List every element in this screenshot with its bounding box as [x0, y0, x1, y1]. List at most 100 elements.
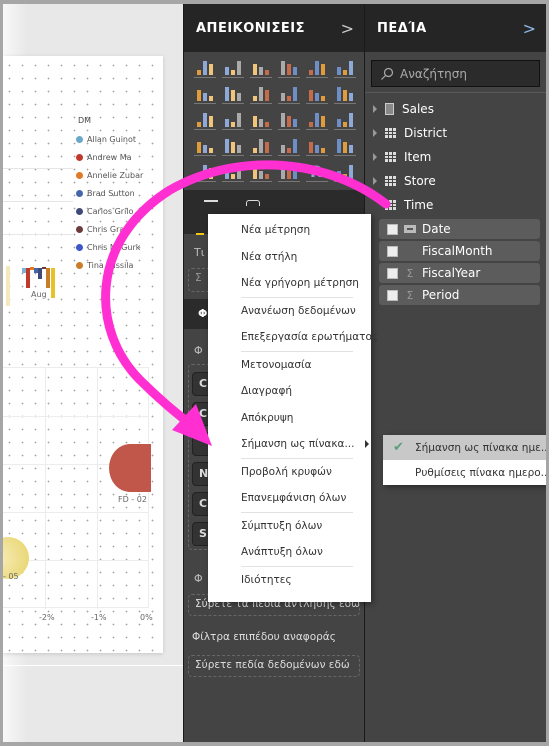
field-fiscalmonth[interactable]: FiscalMonth [379, 241, 540, 261]
stacked-bar-icon[interactable] [194, 58, 216, 78]
filters-label: Φ [194, 344, 203, 357]
submenu-arrow-icon [365, 440, 369, 448]
report-filters-well[interactable]: Σύρετε πεδία δεδομένων εδώ [188, 655, 360, 677]
globe-icon[interactable] [334, 162, 356, 182]
collapse-chevron-icon[interactable]: > [341, 19, 354, 38]
stacked-area-icon[interactable] [250, 84, 272, 104]
filters-header-label: Φ [198, 307, 208, 320]
menu-item[interactable]: Νέα γρήγορη μέτρηση [208, 270, 371, 297]
line-stacked-column-icon[interactable] [306, 84, 328, 104]
clustered-bar-icon[interactable] [250, 58, 272, 78]
menu-item-label: Ιδιότητες [241, 573, 292, 586]
menu-item[interactable]: Ανάπτυξη όλων [208, 539, 371, 566]
r-visual-icon[interactable]: R [306, 162, 328, 182]
menu-item[interactable]: Νέα μέτρηση [208, 217, 371, 244]
mark-as-table-submenu: ✔ Σήμανση ως πίνακα ημε... Ρυθμίσεις πίν… [383, 435, 546, 485]
menu-item-label: Επεξεργασία ερωτήματος [241, 331, 379, 344]
funnel-icon[interactable] [250, 136, 272, 156]
donut-chart-icon[interactable] [278, 110, 300, 130]
canvas-divider [3, 665, 183, 666]
search-icon [381, 67, 394, 80]
fields-search-input[interactable]: Αναζήτηση [371, 60, 540, 87]
fields-tab-icon[interactable] [204, 200, 218, 202]
menu-item[interactable]: Νέα στήλη [208, 244, 371, 271]
report-page[interactable]: Aug DM Allan Guinot Andrew Ma Annelie Zuba… [3, 56, 163, 653]
menu-item[interactable]: Απόκρυψη [208, 405, 371, 432]
submenu-date-table-settings[interactable]: Ρυθμίσεις πίνακα ημερο... [383, 460, 546, 485]
field-checkbox[interactable] [387, 267, 398, 279]
map-icon[interactable] [334, 110, 356, 130]
expand-caret-icon[interactable] [373, 129, 377, 137]
filled-map-icon[interactable] [194, 136, 216, 156]
menu-item[interactable]: Σήμανση ως πίνακα... [208, 431, 371, 458]
field-fiscalyear[interactable]: Σ FiscalYear [379, 263, 540, 283]
submenu-mark-as-date-table[interactable]: ✔ Σήμανση ως πίνακα ημε... [383, 435, 546, 460]
menu-item[interactable]: Μετονομασία [208, 352, 371, 379]
clustered-column-icon[interactable] [278, 58, 300, 78]
kpi-icon[interactable] [194, 162, 216, 182]
pie-chart-icon[interactable] [250, 110, 272, 130]
report-filters-label: Φίλτρα επιπέδου αναφοράς [192, 631, 336, 643]
field-checkbox[interactable] [387, 245, 398, 257]
menu-item[interactable]: Ιδιότητες [208, 567, 371, 594]
x-tick: 0% [140, 613, 153, 622]
menu-item-label: Νέα στήλη [241, 250, 298, 263]
line-chart-icon[interactable] [194, 84, 216, 104]
table-node-store[interactable]: Store [365, 169, 546, 193]
100-stacked-column-icon[interactable] [334, 58, 356, 78]
scatter-chart[interactable]: FD - 02 - 05 -2% -1% 0% [3, 56, 163, 653]
stacked-column-icon[interactable] [222, 58, 244, 78]
field-checkbox[interactable] [387, 289, 398, 301]
visualizations-header: ΑΠΕΙΚΟΝΙΣΕΙΣ > [184, 4, 364, 52]
field-period[interactable]: Σ Period [379, 285, 540, 305]
menu-item[interactable]: Επεξεργασία ερωτήματος [208, 324, 378, 351]
menu-item[interactable]: Σύμπτυξη όλων [208, 513, 371, 540]
date-hierarchy-icon [404, 225, 416, 233]
sigma-icon: Σ [406, 266, 414, 280]
ribbon-chart-icon[interactable] [334, 84, 356, 104]
menu-item[interactable]: Ανανέωση δεδομένων [208, 298, 371, 325]
multi-row-card-icon[interactable] [334, 136, 356, 156]
table-node-item[interactable]: Item [365, 145, 546, 169]
waterfall-icon[interactable] [194, 110, 216, 130]
matrix-icon[interactable] [278, 162, 300, 182]
filter-card-label: S [199, 527, 207, 540]
slicer-icon[interactable] [222, 162, 244, 182]
filter-card-label: C [199, 407, 208, 420]
field-date[interactable]: Date [379, 219, 540, 239]
line-clustered-column-icon[interactable] [278, 84, 300, 104]
menu-item-label: Απόκρυψη [241, 411, 294, 424]
field-name: FiscalYear [422, 266, 481, 280]
table-icon [385, 200, 396, 210]
table-node-district[interactable]: District [365, 121, 546, 145]
calculator-icon [385, 103, 394, 115]
table-node-time[interactable]: Time [365, 193, 546, 217]
filter-card-label: N [199, 467, 209, 480]
expand-caret-icon[interactable] [373, 153, 377, 161]
submenu-label: Ρυθμίσεις πίνακα ημερο... [415, 466, 546, 479]
format-tab-icon[interactable] [246, 200, 260, 206]
menu-item[interactable]: Διαγραφή [208, 378, 371, 405]
field-checkbox[interactable] [387, 223, 398, 235]
area-chart-icon[interactable] [222, 84, 244, 104]
bubble-label: - 05 [3, 572, 19, 581]
expand-caret-icon[interactable] [373, 177, 377, 185]
menu-item[interactable]: Επανεμφάνιση όλων [208, 485, 371, 512]
treemap-icon[interactable] [306, 110, 328, 130]
100-stacked-bar-icon[interactable] [306, 58, 328, 78]
scatter-bubble[interactable] [109, 444, 151, 492]
card-icon[interactable] [306, 136, 328, 156]
menu-item[interactable]: Προβολή κρυφών [208, 459, 371, 486]
gauge-icon[interactable] [278, 136, 300, 156]
field-name: FiscalMonth [422, 244, 493, 258]
submenu-label: Σήμανση ως πίνακα ημε... [415, 441, 546, 454]
table-name: Time [404, 198, 434, 212]
scatter-icon[interactable] [222, 110, 244, 130]
table-icon[interactable] [250, 162, 272, 182]
shape-map-icon[interactable] [222, 136, 244, 156]
table-name: Sales [402, 102, 434, 116]
table-node-sales[interactable]: Sales [365, 97, 546, 121]
fields-tree: Sales District Item Store Time Date FiscalMont… [365, 93, 546, 305]
expand-caret-icon[interactable] [373, 105, 377, 113]
collapse-chevron-icon[interactable]: > [523, 19, 536, 38]
